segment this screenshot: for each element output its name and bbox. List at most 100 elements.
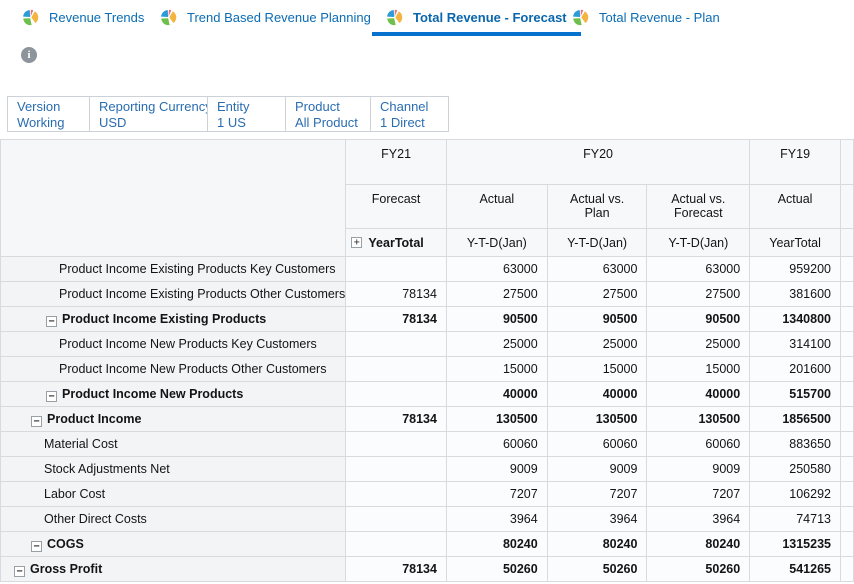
collapse-icon[interactable]: − (46, 391, 57, 402)
data-cell[interactable] (840, 482, 853, 507)
row-label-labor-cost[interactable]: Labor Cost (1, 482, 346, 507)
row-label-other-direct-costs[interactable]: Other Direct Costs (1, 507, 346, 532)
collapse-icon[interactable]: − (31, 416, 42, 427)
data-cell[interactable]: 130500 (647, 407, 750, 432)
pov-segment-entity[interactable]: Entity1 US (208, 97, 286, 131)
data-cell[interactable]: 130500 (547, 407, 647, 432)
data-cell[interactable] (840, 282, 853, 307)
data-cell[interactable] (840, 407, 853, 432)
pov-segment-channel[interactable]: Channel1 Direct (371, 97, 449, 131)
pov-segment-product[interactable]: ProductAll Product (286, 97, 371, 131)
data-cell[interactable]: 959200 (750, 257, 841, 282)
collapse-icon[interactable]: − (14, 566, 25, 577)
data-cell[interactable]: 50260 (446, 557, 547, 582)
data-cell[interactable]: 106292 (750, 482, 841, 507)
data-cell[interactable] (346, 332, 447, 357)
row-label-product-income-existing-products[interactable]: −Product Income Existing Products (1, 307, 346, 332)
data-cell[interactable] (346, 432, 447, 457)
row-label-cogs[interactable]: −COGS (1, 532, 346, 557)
data-cell[interactable]: 40000 (446, 382, 547, 407)
data-cell[interactable]: 7207 (647, 482, 750, 507)
data-cell[interactable]: 60060 (647, 432, 750, 457)
data-cell[interactable]: 3964 (647, 507, 750, 532)
data-cell[interactable]: 201600 (750, 357, 841, 382)
expand-icon[interactable]: + (351, 237, 362, 248)
row-label-material-cost[interactable]: Material Cost (1, 432, 346, 457)
data-cell[interactable]: 250580 (750, 457, 841, 482)
data-cell[interactable] (840, 557, 853, 582)
data-cell[interactable]: 80240 (647, 532, 750, 557)
data-cell[interactable]: 78134 (346, 282, 447, 307)
data-cell[interactable]: 27500 (446, 282, 547, 307)
data-cell[interactable]: 25000 (446, 332, 547, 357)
data-cell[interactable] (346, 382, 447, 407)
data-cell[interactable]: 9009 (446, 457, 547, 482)
data-cell[interactable]: 27500 (547, 282, 647, 307)
row-label-stock-adjustments-net[interactable]: Stock Adjustments Net (1, 457, 346, 482)
data-cell[interactable] (840, 332, 853, 357)
data-cell[interactable] (840, 457, 853, 482)
data-cell[interactable] (346, 532, 447, 557)
data-cell[interactable] (840, 507, 853, 532)
data-cell[interactable]: 7207 (446, 482, 547, 507)
data-cell[interactable]: 80240 (446, 532, 547, 557)
data-cell[interactable]: 381600 (750, 282, 841, 307)
data-cell[interactable]: 130500 (446, 407, 547, 432)
tab-trend-based-revenue-planning[interactable]: Trend Based Revenue Planning (146, 2, 385, 32)
data-cell[interactable]: 90500 (647, 307, 750, 332)
data-cell[interactable]: 74713 (750, 507, 841, 532)
data-cell[interactable]: 90500 (446, 307, 547, 332)
data-cell[interactable] (840, 432, 853, 457)
info-icon[interactable]: i (21, 47, 37, 63)
tab-total-revenue-plan[interactable]: Total Revenue - Plan (558, 2, 734, 32)
data-cell[interactable]: 15000 (647, 357, 750, 382)
data-cell[interactable]: 314100 (750, 332, 841, 357)
data-cell[interactable]: 9009 (547, 457, 647, 482)
data-cell[interactable]: 1315235 (750, 532, 841, 557)
data-cell[interactable]: 1856500 (750, 407, 841, 432)
data-cell[interactable]: 25000 (647, 332, 750, 357)
data-cell[interactable] (346, 457, 447, 482)
data-cell[interactable] (346, 482, 447, 507)
data-cell[interactable]: 63000 (647, 257, 750, 282)
data-cell[interactable]: 60060 (446, 432, 547, 457)
data-cell[interactable]: 40000 (647, 382, 750, 407)
row-label-product-income[interactable]: −Product Income (1, 407, 346, 432)
data-cell[interactable] (346, 257, 447, 282)
tab-total-revenue-forecast[interactable]: Total Revenue - Forecast (372, 2, 581, 36)
data-cell[interactable]: 50260 (547, 557, 647, 582)
data-cell[interactable]: 63000 (547, 257, 647, 282)
collapse-icon[interactable]: − (46, 316, 57, 327)
data-cell[interactable]: 1340800 (750, 307, 841, 332)
data-cell[interactable] (840, 257, 853, 282)
data-cell[interactable]: 78134 (346, 407, 447, 432)
row-label-gross-profit[interactable]: −Gross Profit (1, 557, 346, 582)
row-label-product-income-new-products[interactable]: −Product Income New Products (1, 382, 346, 407)
data-cell[interactable]: 883650 (750, 432, 841, 457)
data-cell[interactable]: 27500 (647, 282, 750, 307)
pov-segment-version[interactable]: VersionWorking (8, 97, 90, 131)
tab-revenue-trends[interactable]: Revenue Trends (8, 2, 158, 32)
data-cell[interactable]: 60060 (547, 432, 647, 457)
data-cell[interactable]: 3964 (446, 507, 547, 532)
data-cell[interactable] (840, 357, 853, 382)
data-cell[interactable]: 40000 (547, 382, 647, 407)
data-cell[interactable]: 80240 (547, 532, 647, 557)
data-cell[interactable]: 515700 (750, 382, 841, 407)
data-cell[interactable]: 78134 (346, 307, 447, 332)
data-cell[interactable] (346, 357, 447, 382)
data-cell[interactable]: 25000 (547, 332, 647, 357)
data-cell[interactable]: 90500 (547, 307, 647, 332)
data-cell[interactable] (840, 532, 853, 557)
data-cell[interactable]: 50260 (647, 557, 750, 582)
data-cell[interactable]: 78134 (346, 557, 447, 582)
data-cell[interactable] (346, 507, 447, 532)
row-label-product-income-new-products-key-customers[interactable]: Product Income New Products Key Customer… (1, 332, 346, 357)
data-cell[interactable] (840, 307, 853, 332)
row-label-product-income-existing-products-other-customers[interactable]: Product Income Existing Products Other C… (1, 282, 346, 307)
row-label-product-income-new-products-other-customers[interactable]: Product Income New Products Other Custom… (1, 357, 346, 382)
data-cell[interactable]: 15000 (446, 357, 547, 382)
data-cell[interactable]: 541265 (750, 557, 841, 582)
data-cell[interactable]: 3964 (547, 507, 647, 532)
pov-segment-reporting-currency[interactable]: Reporting CurrencyUSD (90, 97, 208, 131)
